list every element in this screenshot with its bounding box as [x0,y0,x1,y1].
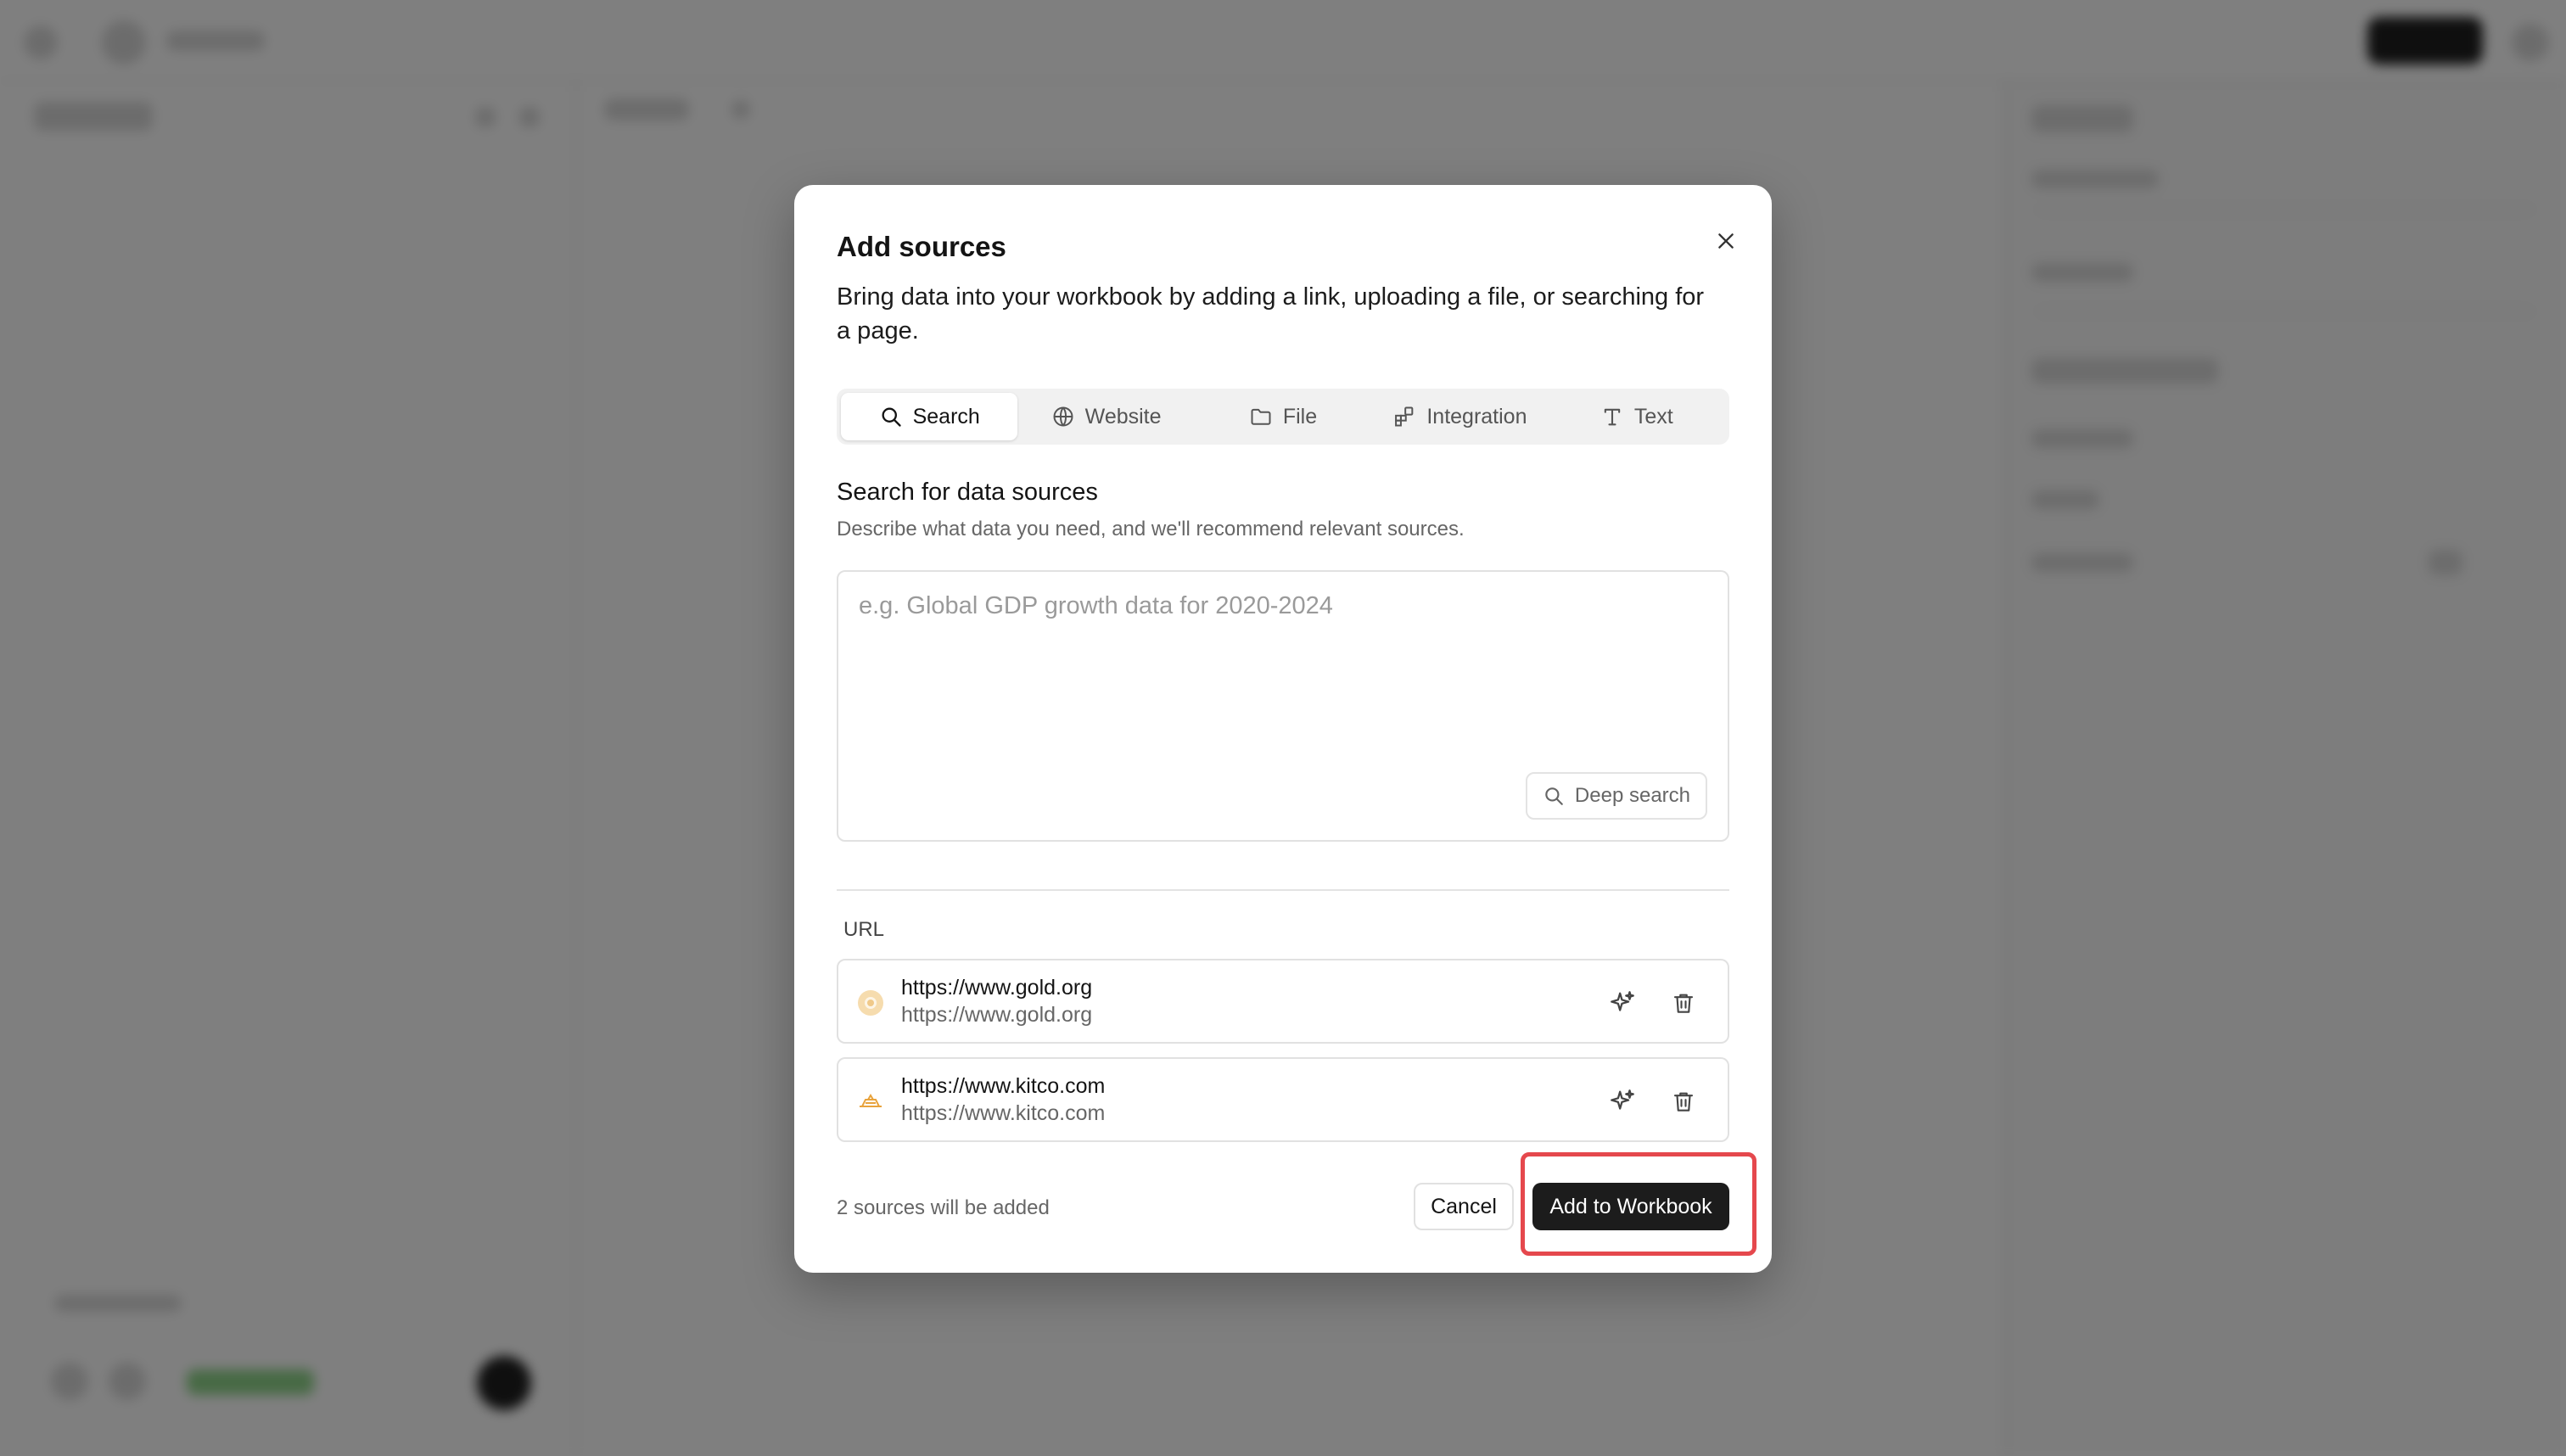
search-icon [1545,787,1563,805]
tab-website[interactable]: Website [1017,393,1194,440]
url-item-title: https://www.kitco.com [901,1074,1106,1098]
close-icon [1718,233,1734,249]
tab-file[interactable]: File [1195,393,1371,440]
url-item-sparkle-button[interactable] [1602,1081,1643,1122]
url-item: https://www.kitco.com https://www.kitco.… [837,1057,1729,1142]
section-divider [837,889,1729,891]
kitco-favicon-icon [860,1094,882,1107]
deep-search-label: Deep search [1574,784,1690,807]
integration-icon [1395,406,1414,427]
url-item-delete-button[interactable] [1663,983,1704,1023]
dialog-description: Bring data into your workbook by adding … [837,283,1705,344]
text-icon [1604,408,1621,426]
url-item-delete-button[interactable] [1663,1081,1704,1122]
url-item-subtitle: https://www.gold.org [901,1003,1093,1027]
globe-icon [1053,406,1073,427]
tab-integration-label: Integration [1426,404,1527,428]
deep-search-button[interactable]: Deep search [1525,772,1707,820]
gold-favicon-icon [858,990,883,1016]
sparkle-icon [1611,1089,1634,1110]
url-item-sparkle-button[interactable] [1602,983,1643,1023]
tab-file-label: File [1282,404,1318,428]
tab-search[interactable]: Search [841,393,1018,440]
tab-search-label: Search [912,404,980,428]
url-item-title: https://www.gold.org [901,976,1093,1000]
search-icon [882,407,901,427]
folder-icon [1251,408,1271,425]
tab-text-label: Text [1633,404,1673,428]
search-section-title: Search for data sources [837,479,1098,506]
search-box: Deep search [837,570,1729,842]
cancel-button[interactable]: Cancel [1414,1183,1514,1230]
add-sources-dialog: Add sources Bring data into your workboo… [794,185,1772,1273]
tab-website-label: Website [1084,404,1162,428]
close-button[interactable] [1702,217,1750,265]
sources-count-note: 2 sources will be added [837,1196,1050,1219]
search-section-subtitle: Describe what data you need, and we'll r… [837,518,1465,540]
url-item-subtitle: https://www.kitco.com [901,1101,1106,1125]
trash-icon [1673,1092,1694,1112]
tab-text[interactable]: Text [1549,393,1725,440]
url-section-label: URL [843,918,885,941]
url-item: https://www.gold.org https://www.gold.or… [837,959,1729,1044]
trash-icon [1673,994,1694,1013]
add-to-workbook-button[interactable]: Add to Workbook [1532,1183,1729,1230]
dialog-title: Add sources [837,231,1006,262]
tab-integration[interactable]: Integration [1371,393,1548,440]
source-type-tabs: Search Website File Integration Text [837,389,1729,445]
sparkle-icon [1611,991,1634,1011]
